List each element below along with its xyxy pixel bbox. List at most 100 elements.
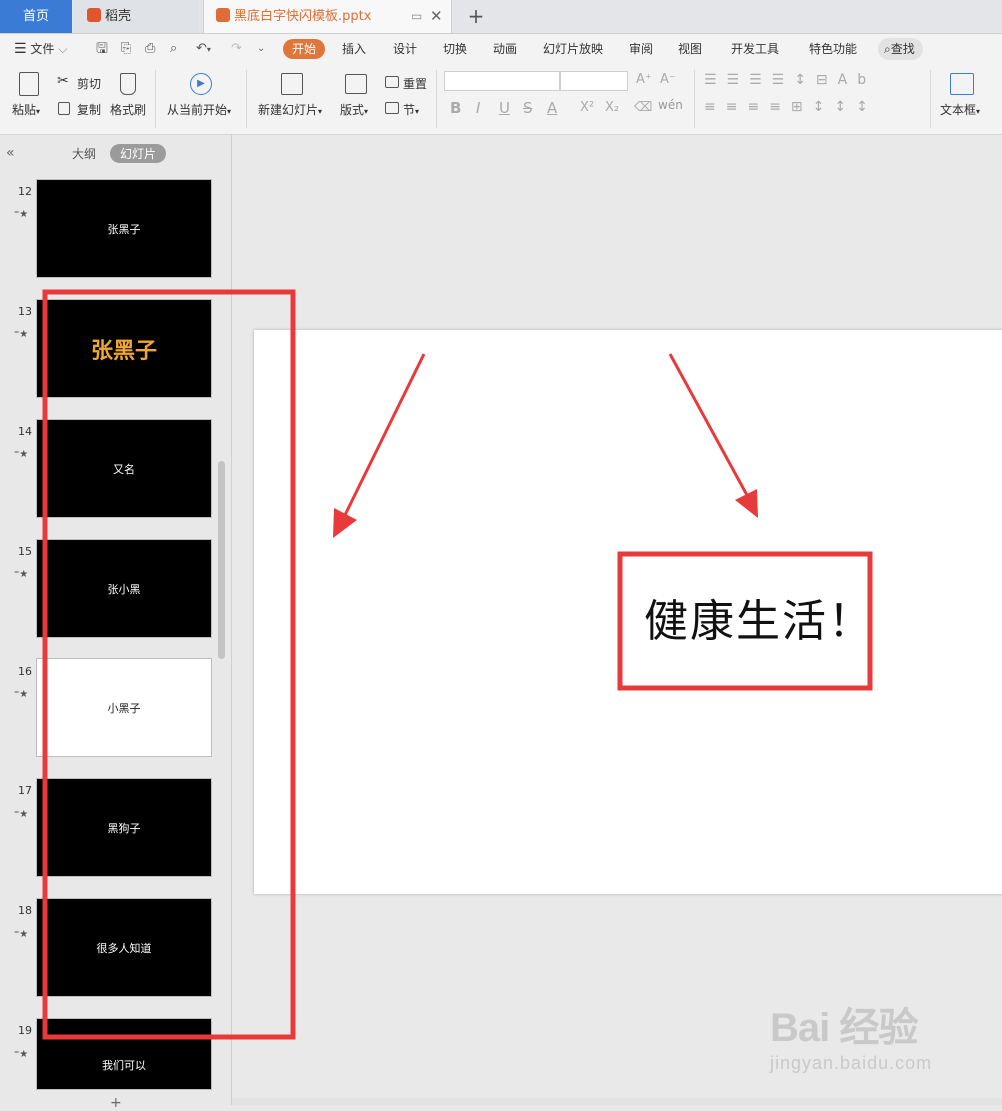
slide-thumbnail[interactable]: 又名	[36, 419, 212, 518]
textbox-icon[interactable]	[950, 73, 974, 95]
bold-button[interactable]: B	[450, 99, 461, 117]
new-slide-icon[interactable]	[281, 73, 303, 95]
tab-document-label: 黑底白字快闪模板.pptx	[234, 9, 372, 24]
format-painter-button[interactable]: 格式刷	[110, 101, 146, 118]
close-icon[interactable]: ✕	[430, 0, 443, 33]
layout-button[interactable]: 版式▾	[340, 101, 368, 118]
menu-item-view[interactable]: 视图	[678, 34, 702, 64]
collapse-panel-icon[interactable]: «	[6, 145, 15, 161]
slide-thumbnail-text: 小黑子	[107, 701, 141, 715]
divider	[436, 70, 437, 128]
menu-item-insert[interactable]: 插入	[342, 34, 366, 64]
eraser-icon[interactable]: ⌫	[634, 100, 652, 115]
animation-star-icon: ⁼★	[14, 689, 29, 700]
save-icon[interactable]: 🖫	[96, 34, 108, 64]
file-menu[interactable]: ☰ 文件 ⌵	[14, 34, 67, 64]
menu-item-animation[interactable]: 动画	[493, 34, 517, 64]
slide-number: 17	[18, 784, 32, 797]
animation-star-icon: ⁼★	[14, 809, 29, 820]
font-color-button[interactable]: A	[547, 99, 557, 117]
copy-icon	[58, 102, 70, 115]
menu-item-start[interactable]: 开始	[283, 39, 326, 59]
list-format-icons[interactable]: ☰☰☰☰↕⊟Ab	[704, 72, 876, 88]
font-family-select[interactable]	[444, 71, 560, 91]
new-tab-button[interactable]: +	[462, 0, 490, 33]
slide-thumbnail[interactable]: 张小黑	[36, 539, 212, 638]
watermark-url: jingyan.baidu.com	[770, 1053, 933, 1073]
slide-thumbnail[interactable]: 我们可以	[36, 1018, 212, 1090]
animation-star-icon: ⁼★	[14, 209, 29, 220]
slide-thumbnail-text: 很多人知道	[96, 941, 152, 955]
subscript-icon[interactable]: X₂	[605, 100, 619, 115]
watermark-logo: Bai 经验	[770, 1006, 918, 1050]
slide-canvas[interactable]: 健康生活！	[254, 330, 1002, 894]
underline-button[interactable]: U	[499, 99, 510, 117]
paste-button[interactable]: 粘贴▾	[12, 101, 40, 118]
play-from-current-button[interactable]: 从当前开始▾	[167, 101, 231, 118]
search-label: 查找	[890, 42, 915, 56]
menu-item-slideshow[interactable]: 幻灯片放映	[543, 34, 603, 64]
phonetic-icon[interactable]: wén	[658, 98, 683, 112]
align-icons[interactable]: ≡≡≡≡⊞↕↕↕	[704, 99, 878, 115]
menu-item-review[interactable]: 审阅	[629, 34, 653, 64]
paste-icon[interactable]	[19, 72, 39, 96]
superscript-icon[interactable]: X²	[580, 100, 594, 115]
tab-home[interactable]: 首页	[0, 0, 72, 33]
slide-thumbnail[interactable]: 张黑子	[36, 299, 212, 398]
format-painter-icon[interactable]	[120, 73, 136, 95]
cut-button[interactable]: 剪切	[77, 75, 101, 92]
tab-slides[interactable]: 幻灯片	[110, 144, 167, 163]
daoke-icon	[87, 8, 101, 22]
animation-star-icon: ⁼★	[14, 569, 29, 580]
section-button[interactable]: 节▾	[403, 101, 419, 118]
tab-document[interactable]: 黑底白字快闪模板.pptx ▭ ✕	[203, 0, 452, 33]
new-slide-button[interactable]: 新建幻灯片▾	[258, 101, 322, 118]
reset-button[interactable]: 重置	[403, 75, 427, 92]
tab-daoke[interactable]: 稻壳	[73, 0, 199, 33]
play-icon[interactable]: ▶	[190, 73, 212, 95]
monitor-icon[interactable]: ▭	[411, 0, 422, 33]
hamburger-icon: ☰	[14, 41, 27, 57]
divider	[246, 70, 247, 128]
tab-outline[interactable]: 大纲	[72, 145, 96, 162]
slide-thumbnail-selected[interactable]: 小黑子	[36, 658, 212, 757]
menu-item-transition[interactable]: 切换	[443, 34, 467, 64]
menu-item-design[interactable]: 设计	[393, 34, 417, 64]
copy-button[interactable]: 复制	[77, 101, 101, 118]
divider	[155, 70, 156, 128]
print-preview-icon[interactable]: ⌕	[170, 34, 177, 64]
slide-number: 16	[18, 665, 32, 678]
ppt-file-icon	[216, 8, 230, 22]
slide-thumbnail-text: 张黑子	[90, 338, 157, 364]
divider	[930, 70, 931, 128]
strikethrough-button[interactable]: S	[523, 99, 533, 117]
layout-icon[interactable]	[345, 74, 367, 94]
search-icon: ⌕	[884, 42, 891, 56]
search-box[interactable]: ⌕查找	[878, 38, 923, 60]
chevron-down-icon: ⌵	[58, 42, 68, 56]
menu-item-features[interactable]: 特色功能	[809, 34, 857, 64]
slide-number: 15	[18, 545, 32, 558]
ribbon-toolbar: 粘贴▾ ✂ 剪切 复制 格式刷 ▶ 从当前开始▾ 新建幻灯片▾ 版式▾ 重置 节…	[0, 64, 1002, 135]
redo-icon[interactable]: ↷	[231, 34, 242, 64]
undo-icon[interactable]: ↶▾	[196, 34, 211, 64]
more-icon[interactable]: ⌄	[257, 34, 265, 64]
textbox-button[interactable]: 文本框▾	[940, 101, 980, 118]
menu-item-devtools[interactable]: 开发工具	[731, 34, 779, 64]
increase-font-icon[interactable]: A⁺	[636, 72, 652, 87]
panel-scrollbar[interactable]	[218, 461, 225, 659]
decrease-font-icon[interactable]: A⁻	[660, 72, 676, 87]
export-icon[interactable]: ⎘	[121, 34, 131, 64]
add-slide-icon[interactable]: +	[110, 1095, 122, 1111]
menu-bar: ☰ 文件 ⌵ 🖫 ⎘ ⎙ ⌕ ↶▾ ↷ ⌄ 开始 插入 设计 切换 动画 幻灯片…	[0, 34, 1002, 64]
slide-thumbnail[interactable]: 很多人知道	[36, 898, 212, 997]
slide-thumbnail[interactable]: 张黑子	[36, 179, 212, 278]
slide-thumbnail[interactable]: 黑狗子	[36, 778, 212, 877]
print-icon[interactable]: ⎙	[145, 34, 155, 64]
font-size-select[interactable]	[560, 71, 628, 91]
tab-daoke-label: 稻壳	[105, 9, 132, 24]
animation-star-icon: ⁼★	[14, 449, 29, 460]
italic-button[interactable]: I	[476, 99, 480, 117]
slide-thumbnail-text: 又名	[113, 462, 135, 476]
slide-title-text[interactable]: 健康生活！	[644, 585, 874, 649]
